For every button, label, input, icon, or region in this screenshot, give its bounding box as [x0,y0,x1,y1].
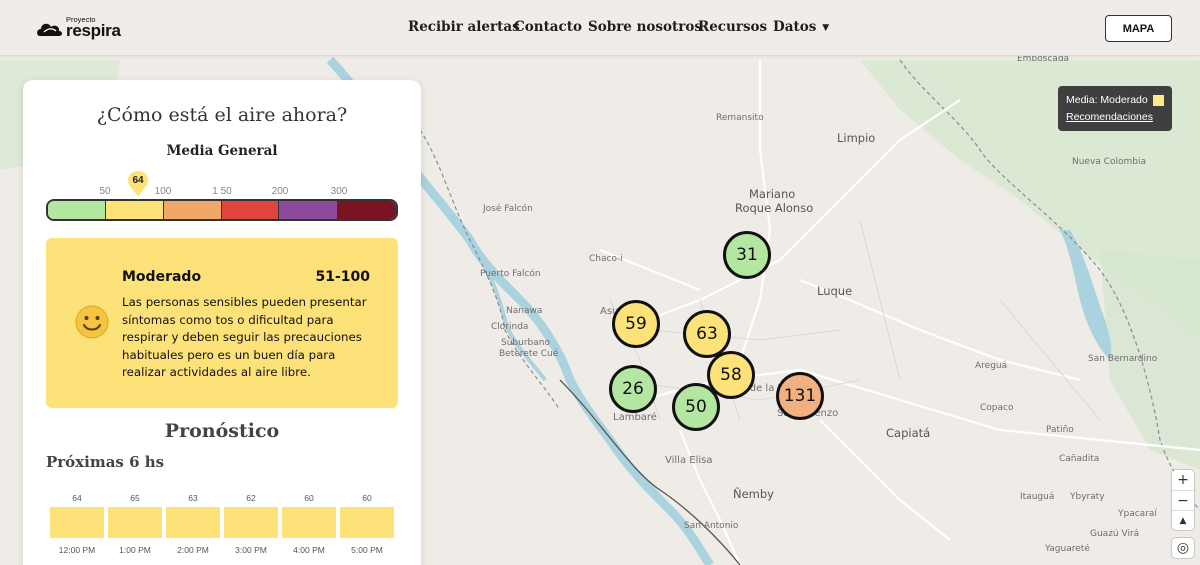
scale-segment-unhealthy [222,201,280,219]
compass-icon[interactable]: ▲ [1172,510,1194,530]
status-description: Las personas sensibles pueden presentar … [122,295,367,379]
nav-datos-dropdown[interactable]: Datos ▼ [773,19,829,35]
forecast-title: Pronóstico [164,420,280,442]
status-range: 51-100 [315,269,370,285]
top-navbar: Proyecto respira Recibir alertas Contact… [0,0,1200,56]
chevron-down-icon: ▼ [822,23,830,33]
place-label: Clorinda [491,322,529,332]
place-label: Areguá [975,361,1008,371]
aqi-cluster-marker[interactable]: 59 [612,300,660,348]
forecast-value: 60 [304,493,314,503]
forecast-subtitle: Próximas 6 hs [46,453,165,471]
map-legend: Media: Moderado Recomendaciones [1058,86,1172,131]
scale-segment-good [48,201,107,219]
place-label: Nueva Colombia [1072,157,1146,167]
forecast-value: 63 [188,493,198,503]
place-label: Patiño [1046,425,1074,435]
legend-label: Media: Moderado [1066,94,1148,106]
forecast-bar [166,507,220,538]
zoom-out-button[interactable]: − [1172,490,1194,510]
scale-tick: 1 50 [212,186,232,197]
nav-datos-label: Datos [773,19,817,35]
place-label: Yaguareté [1045,544,1090,554]
place-label: Roque Alonso [735,201,814,215]
nav-contacto[interactable]: Contacto [514,19,582,35]
place-label: Chaco-i [589,254,623,264]
forecast-time: 4:00 PM [293,545,325,555]
forecast-bar [108,507,162,538]
panel-title: ¿Cómo está el aire ahora? [96,104,348,126]
place-label: Ybyraty [1070,492,1105,502]
scale-segment-moderate [106,201,164,219]
place-label: Capiatá [886,426,931,440]
place-label: Villa Elisa [665,455,713,466]
scale-segment-unhealthy-sensitive [163,201,222,219]
place-label: Cañadita [1059,454,1100,464]
forecast-time: 12:00 PM [58,545,96,555]
place-label: San Antonio [684,521,739,531]
forecast-bar [340,507,394,538]
scale-tick: 300 [330,186,348,197]
forecast-time: 3:00 PM [235,545,267,555]
place-label: Nanawa [506,306,543,316]
forecast-time: 2:00 PM [177,545,209,555]
place-label: Ypacaraí [1118,509,1157,519]
locate-icon[interactable]: ◎ [1172,538,1194,558]
locate-control: ◎ [1172,538,1194,558]
zoom-controls: + − ▲ [1172,470,1194,530]
place-label: Luque [817,284,853,298]
scale-tick: 200 [271,186,289,197]
status-name: Moderado [122,269,202,285]
place-label: Mariano [749,187,796,201]
logo[interactable]: Proyecto respira [36,14,126,42]
cloud-logo-icon [37,23,62,36]
forecast-bar [224,507,278,538]
aqi-cluster-marker[interactable]: 26 [609,365,657,413]
legend-swatch [1153,94,1164,106]
aqi-cluster-marker[interactable]: 63 [683,310,731,358]
nav-recursos[interactable]: Recursos [698,19,767,35]
forecast-time: 5:00 PM [351,545,383,555]
status-card: Moderado 51-100 Las personas sensibles p… [46,238,398,408]
scale-segment-very-unhealthy [279,201,338,219]
scale-tick: 100 [154,186,172,197]
forecast-time: 1:00 PM [119,545,151,555]
forecast-value: 64 [72,493,82,503]
forecast-value: 65 [130,493,140,503]
place-label: Lambaré [613,412,657,423]
place-label: José Falcón [483,204,533,214]
mapa-button[interactable]: MAPA [1105,15,1172,42]
nav-sobre-nosotros[interactable]: Sobre nosotros [588,19,702,35]
place-label: Ñemby [733,487,774,501]
aqi-cluster-marker[interactable]: 50 [672,383,720,431]
scale-tick: 50 [99,186,111,197]
media-general-label: Media General [166,143,278,159]
place-label: Itauguá [1020,492,1055,502]
place-label: Remansito [716,113,764,123]
recommendations-link[interactable]: Recomendaciones [1066,111,1164,123]
aqi-scale-bar [46,199,398,221]
place-label: Limpio [837,131,876,145]
logo-name: respira [66,21,121,40]
place-label: Suburbano [501,338,550,348]
forecast-chart: 64 65 63 62 60 60 12:00 PM 1:00 PM 2:00 … [46,485,398,565]
aqi-cluster-marker[interactable]: 131 [776,372,824,420]
scale-segment-hazardous [337,201,396,219]
smiley-face-icon [75,305,109,339]
current-value: 64 [132,175,144,186]
place-label: Guazú Virá [1090,529,1140,539]
place-label: San Bernardino [1088,354,1158,364]
aqi-cluster-marker[interactable]: 31 [723,231,771,279]
place-label: Puerto Falcón [480,269,541,279]
forecast-value: 60 [362,493,372,503]
forecast-value: 62 [246,493,256,503]
air-quality-panel: ¿Cómo está el aire ahora? Media General … [23,80,421,565]
forecast-bar [282,507,336,538]
place-label: Copaco [980,403,1014,413]
place-label: Beterete Cué [499,349,559,359]
nav-recibir-alertas[interactable]: Recibir alertas [408,19,520,35]
zoom-in-button[interactable]: + [1172,470,1194,490]
forecast-bar [50,507,104,538]
